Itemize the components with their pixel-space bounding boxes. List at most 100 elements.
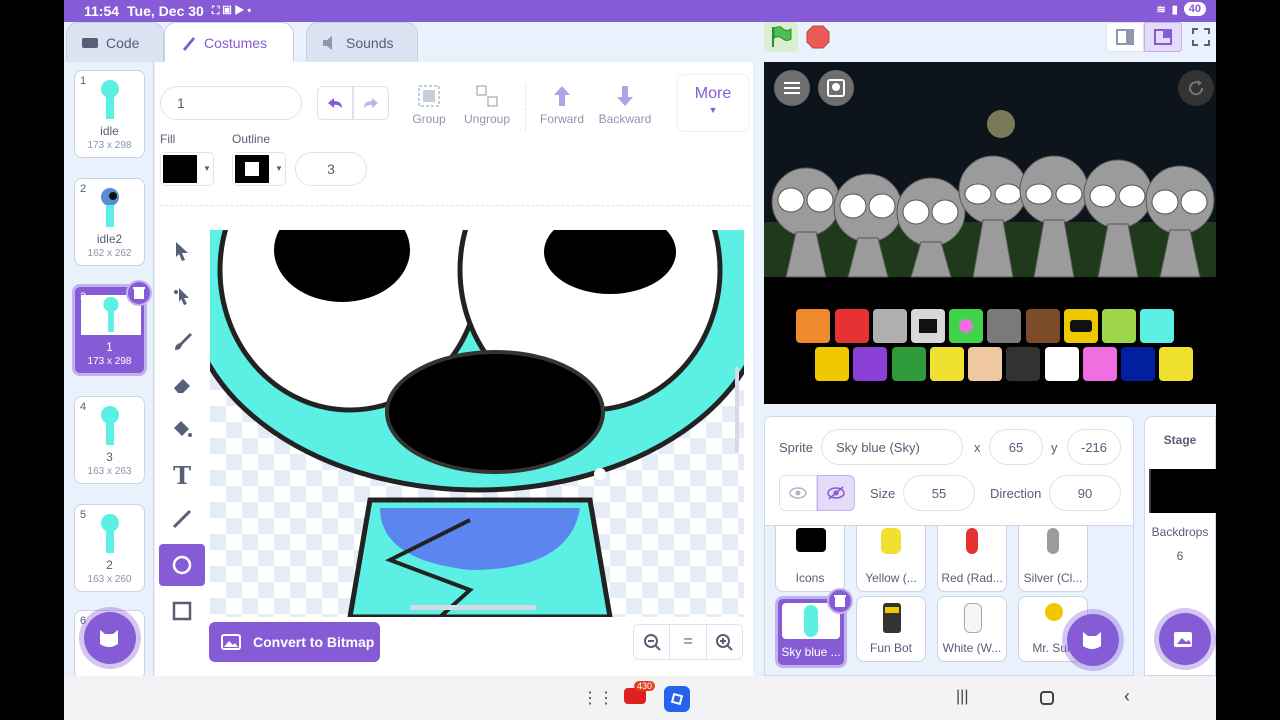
hide-sprite-button[interactable] [817, 475, 855, 511]
sprite-name-input[interactable]: Sky blue (Sky) [821, 429, 963, 465]
roblox-app-icon[interactable] [664, 686, 690, 712]
character-button-sun[interactable] [815, 347, 849, 381]
small-stage-button[interactable] [1106, 22, 1144, 52]
costume-item[interactable]: 1 idle 173 x 298 [74, 70, 145, 158]
arrow-down-icon [617, 86, 633, 106]
sprite-item[interactable]: Red (Rad... [937, 526, 1007, 592]
fill-color-picker[interactable]: ▼ [160, 152, 214, 186]
stage-canvas[interactable] [764, 62, 1216, 404]
costume-list: 1 idle 173 x 298 2 idle2 162 x 262 3 1 1… [64, 62, 154, 680]
x-input[interactable]: 65 [989, 429, 1043, 465]
character-button-tree[interactable] [892, 347, 926, 381]
show-sprite-button[interactable] [779, 475, 817, 511]
costume-item[interactable]: 4 3 163 x 263 [74, 396, 145, 484]
character-button-gray[interactable] [987, 309, 1021, 343]
delete-sprite-button[interactable] [827, 588, 853, 614]
character-button-white[interactable] [1045, 347, 1079, 381]
ungroup-button[interactable]: Ungroup [459, 84, 515, 126]
add-backdrop-button[interactable] [1159, 613, 1211, 665]
apps-grid-icon[interactable]: ⋮⋮ [582, 688, 614, 708]
direction-input[interactable]: 90 [1049, 475, 1121, 511]
sprite-thumbnail [1047, 528, 1059, 554]
outline-width-input[interactable]: 3 [295, 152, 367, 186]
character-button-yellow-bow[interactable] [1159, 347, 1193, 381]
fullscreen-button[interactable] [1190, 26, 1212, 48]
sprite-item[interactable]: Yellow (... [856, 526, 926, 592]
redo-button[interactable] [353, 86, 389, 120]
screenshot-icon: ⛶ ▣ ▶ • [211, 4, 252, 17]
character-button-pink[interactable] [1083, 347, 1117, 381]
character-button-black[interactable] [1121, 347, 1155, 381]
drawing-canvas[interactable] [210, 230, 744, 617]
home-icon[interactable] [1040, 691, 1054, 705]
stop-button[interactable] [804, 22, 832, 52]
stage-pane[interactable]: Stage Backdrops 6 [1144, 416, 1216, 676]
convert-to-bitmap-button[interactable]: Convert to Bitmap [209, 622, 380, 662]
costume-number: 5 [80, 509, 87, 521]
undo-button[interactable] [317, 86, 353, 120]
add-sprite-button[interactable] [1067, 614, 1119, 666]
mode-button[interactable] [818, 70, 854, 106]
signal-icon: ▮ [1171, 3, 1178, 16]
eraser-tool[interactable] [159, 364, 205, 406]
large-stage-button[interactable] [1144, 22, 1182, 52]
character-button-brown[interactable] [1026, 309, 1060, 343]
character-button-hat[interactable] [968, 347, 1002, 381]
text-tool[interactable]: T [159, 454, 205, 496]
character-button-purple[interactable] [853, 347, 887, 381]
tab-code[interactable]: Code [66, 22, 164, 62]
sprite-item[interactable]: White (W... [937, 596, 1007, 662]
speaker-icon [323, 35, 332, 50]
size-input[interactable]: 55 [903, 475, 975, 511]
y-input[interactable]: -216 [1067, 429, 1121, 465]
character-button-yellow-black[interactable] [1064, 309, 1098, 343]
tab-costumes[interactable]: Costumes [164, 22, 294, 62]
canvas-scrollbar-horizontal[interactable] [410, 605, 536, 610]
sprite-item[interactable]: Silver (Cl... [1018, 526, 1088, 592]
character-button-robot[interactable] [911, 309, 945, 343]
costume-thumbnail [101, 406, 119, 445]
canvas-scrollbar-vertical[interactable] [735, 367, 739, 453]
group-button[interactable]: Group [405, 84, 453, 126]
costume-name-input[interactable]: 1 [160, 86, 302, 120]
cursor-icon [176, 242, 188, 261]
character-button-yellow[interactable] [930, 347, 964, 381]
costume-item[interactable]: 5 2 163 x 260 [74, 504, 145, 592]
reshape-tool[interactable] [159, 274, 205, 316]
character-button-flower[interactable] [949, 309, 983, 343]
more-button[interactable]: More ▼ [677, 74, 749, 132]
select-tool[interactable] [159, 230, 205, 272]
zoom-reset-button[interactable]: = [670, 625, 707, 659]
circle-tool[interactable] [159, 544, 205, 586]
recents-icon[interactable]: ||| [956, 688, 968, 706]
toolbar-divider [160, 205, 750, 206]
zoom-in-button[interactable] [707, 625, 742, 659]
costume-item[interactable]: 2 idle2 162 x 262 [74, 178, 145, 266]
line-tool[interactable] [159, 498, 205, 540]
forward-button[interactable]: Forward [535, 84, 589, 126]
tab-sounds[interactable]: Sounds [306, 22, 418, 62]
fill-tool[interactable] [159, 408, 205, 450]
backward-button[interactable]: Backward [595, 84, 655, 126]
delete-costume-button[interactable] [126, 280, 152, 306]
back-icon[interactable]: ‹ [1124, 686, 1130, 707]
add-costume-button[interactable] [84, 612, 136, 664]
reset-button[interactable] [1178, 70, 1214, 106]
character-button-lime[interactable] [1102, 309, 1136, 343]
brush-tool[interactable] [159, 320, 205, 362]
character-button-skyblue[interactable] [1140, 309, 1174, 343]
character-button-red[interactable] [835, 309, 869, 343]
menu-button[interactable] [774, 70, 810, 106]
large-stage-icon [1154, 29, 1172, 45]
rectangle-tool[interactable] [159, 590, 205, 632]
sprite-item[interactable]: Fun Bot [856, 596, 926, 662]
outline-color-picker[interactable]: ▼ [232, 152, 286, 186]
zoom-out-button[interactable] [634, 625, 671, 659]
direction-label: Direction [990, 486, 1042, 501]
character-button-tv[interactable] [1006, 347, 1040, 381]
character-button-orange[interactable] [796, 309, 830, 343]
sprite-item[interactable]: Icons [775, 526, 845, 592]
character-button-silver[interactable] [873, 309, 907, 343]
paint-bucket-icon [174, 421, 192, 437]
green-flag-button[interactable] [764, 22, 798, 52]
